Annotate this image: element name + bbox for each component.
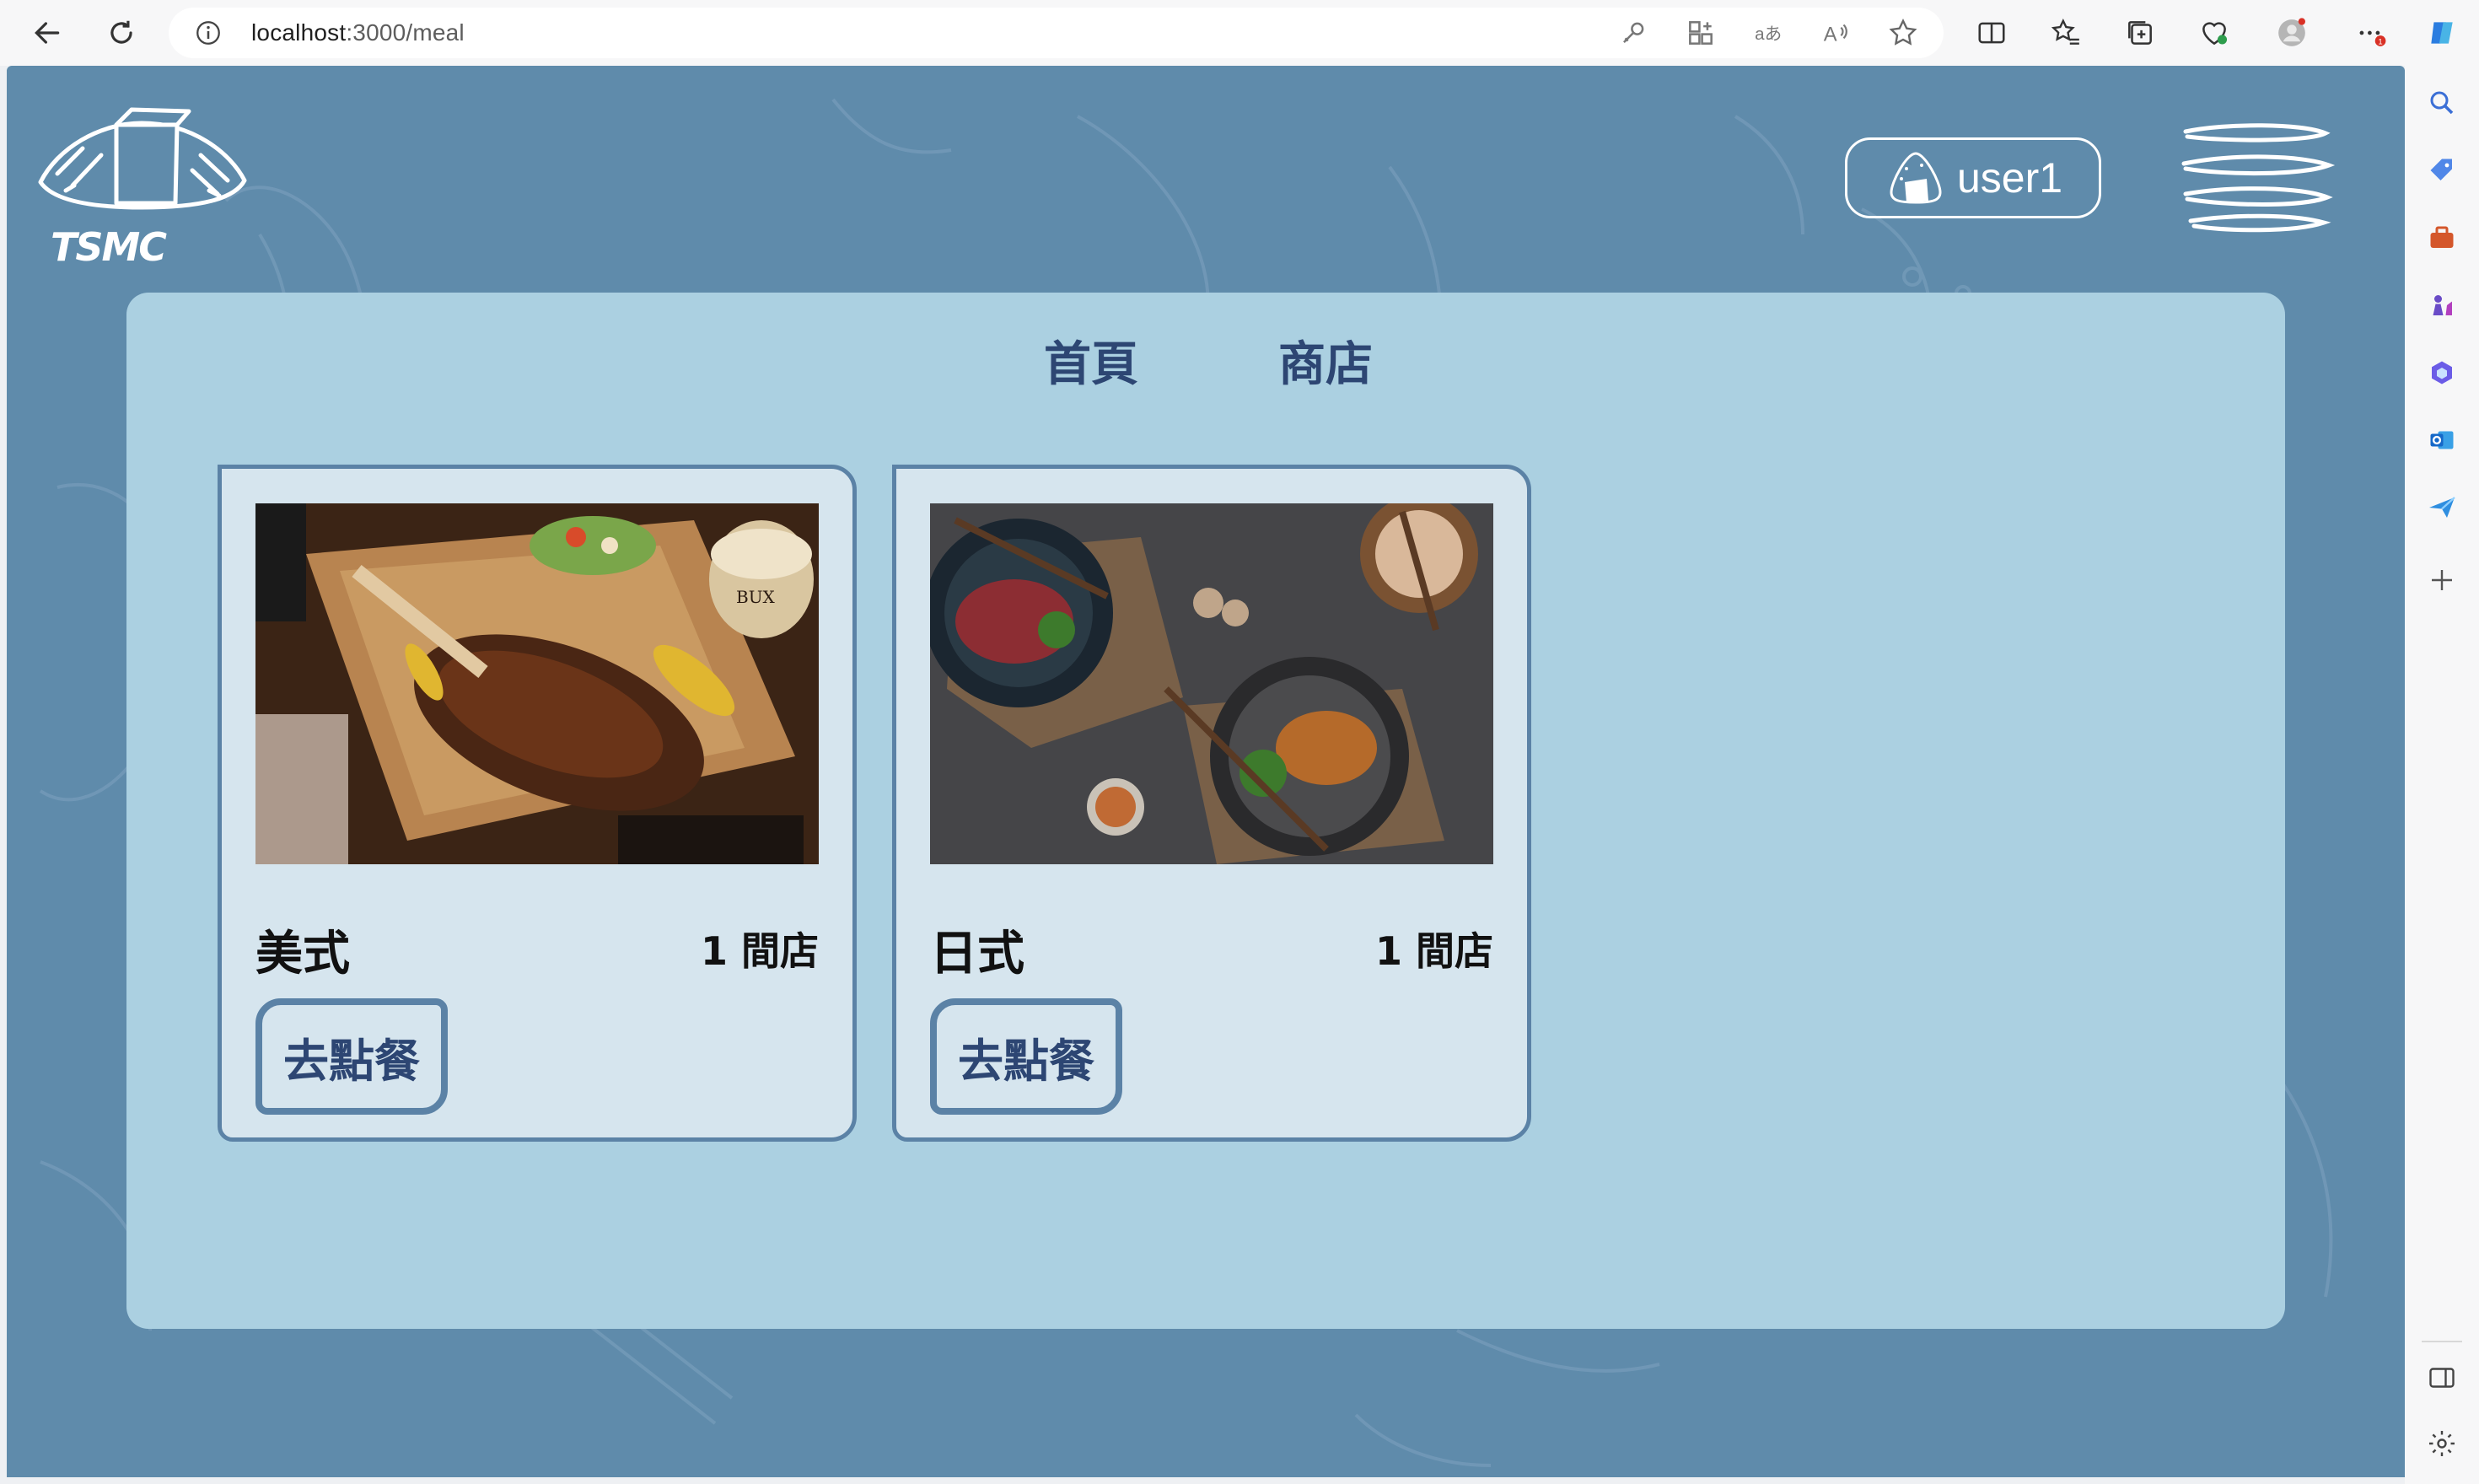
svg-text:aあ: aあ <box>1755 24 1782 44</box>
outlook-icon[interactable] <box>2425 423 2459 457</box>
apps-icon[interactable] <box>1682 14 1719 51</box>
content-panel: 首頁 商店 BUX 美式 1 間店 去點餐 日式 1 間店 去點餐 <box>126 293 2285 1329</box>
hide-sidebar-icon[interactable] <box>2425 1361 2459 1395</box>
browser-essentials-icon[interactable] <box>2196 14 2233 51</box>
rail-divider <box>2422 1341 2462 1342</box>
svg-text:BUX: BUX <box>736 587 776 607</box>
profile-avatar-icon[interactable] <box>2273 14 2310 51</box>
svg-text:A: A <box>1824 24 1837 46</box>
user-profile-button[interactable]: user1 <box>1845 137 2101 218</box>
games-chess-icon[interactable] <box>2425 288 2459 322</box>
tools-briefcase-icon[interactable] <box>2425 221 2459 255</box>
url-text[interactable]: localhost:3000/meal <box>251 8 465 58</box>
onigiri-icon <box>1890 152 1942 204</box>
page-viewport: TSMC user1 首頁 商店 BUX 美式 1 間店 去點餐 日式 1 間店… <box>7 66 2405 1477</box>
site-info-icon[interactable] <box>194 19 223 47</box>
reload-icon[interactable] <box>103 14 140 51</box>
favorites-icon[interactable] <box>2047 14 2084 51</box>
top-nav: 首頁 商店 <box>126 293 2285 394</box>
url-path: :3000/meal <box>346 19 465 46</box>
split-screen-icon[interactable] <box>1973 14 2010 51</box>
microsoft-365-icon[interactable] <box>2425 356 2459 390</box>
translate-icon[interactable]: aあ <box>1750 14 1787 51</box>
search-icon[interactable] <box>2425 86 2459 120</box>
key-icon[interactable] <box>1615 14 1652 51</box>
add-icon[interactable] <box>2425 563 2459 597</box>
settings-gear-icon[interactable] <box>2425 1427 2459 1460</box>
browser-toolbar: localhost:3000/meal aあ A 1 <box>0 0 2479 66</box>
back-icon[interactable] <box>29 14 66 51</box>
store-count: 1 間店 <box>700 928 819 974</box>
category-card-japanese[interactable]: 日式 1 間店 去點餐 <box>892 465 1531 1142</box>
card-title: 美式 <box>255 927 350 981</box>
logo-text: TSMC <box>51 224 167 270</box>
order-button[interactable]: 去點餐 <box>255 998 448 1115</box>
more-options-icon[interactable]: 1 <box>2353 14 2390 51</box>
nav-shop[interactable]: 商店 <box>1278 326 1373 395</box>
user-name: user1 <box>1957 154 2063 202</box>
favorite-star-icon[interactable] <box>1885 14 1922 51</box>
address-bar[interactable]: localhost:3000/meal <box>169 8 1944 58</box>
svg-text:1: 1 <box>2378 37 2382 46</box>
send-plane-icon[interactable] <box>2425 491 2459 524</box>
collections-icon[interactable] <box>2121 14 2159 51</box>
store-count: 1 間店 <box>1374 928 1493 974</box>
japanese-food-image <box>930 503 1493 864</box>
browser-sidebar <box>2405 66 2479 1484</box>
copilot-icon[interactable] <box>2423 14 2460 51</box>
card-title: 日式 <box>930 927 1024 981</box>
order-button[interactable]: 去點餐 <box>930 998 1122 1115</box>
url-host: localhost <box>251 19 347 46</box>
shopping-tag-icon[interactable] <box>2425 153 2459 187</box>
read-aloud-icon[interactable]: A <box>1817 14 1854 51</box>
nav-home[interactable]: 首頁 <box>1044 326 1138 395</box>
american-food-image: BUX <box>255 503 819 864</box>
hamburger-menu-icon[interactable] <box>2175 116 2336 234</box>
category-card-american[interactable]: BUX 美式 1 間店 去點餐 <box>218 465 857 1142</box>
